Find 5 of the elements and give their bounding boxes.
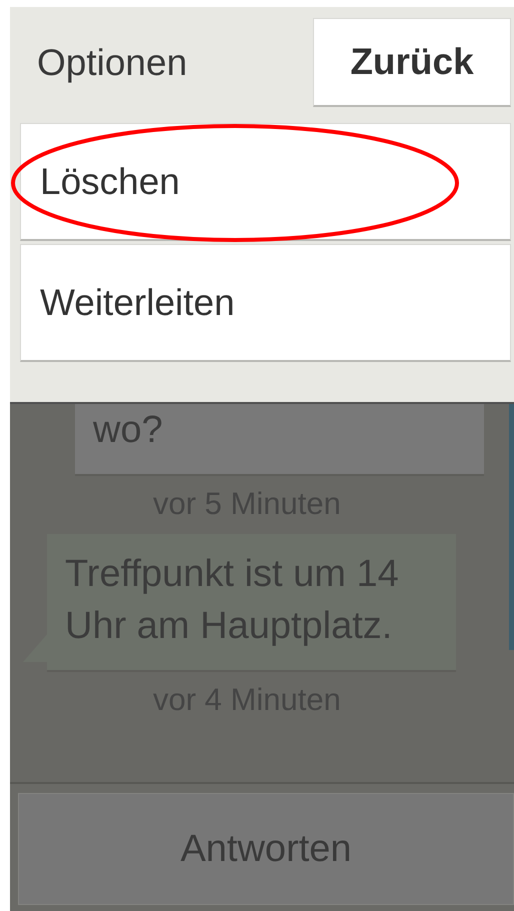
dialog-title: Optionen [37,42,188,84]
menu-item[interactable]: Löschen [20,123,511,241]
message-bubble: wo? [75,402,484,476]
menu-item[interactable]: Weiterleiten [20,244,511,362]
back-button[interactable]: Zurück [313,18,511,107]
